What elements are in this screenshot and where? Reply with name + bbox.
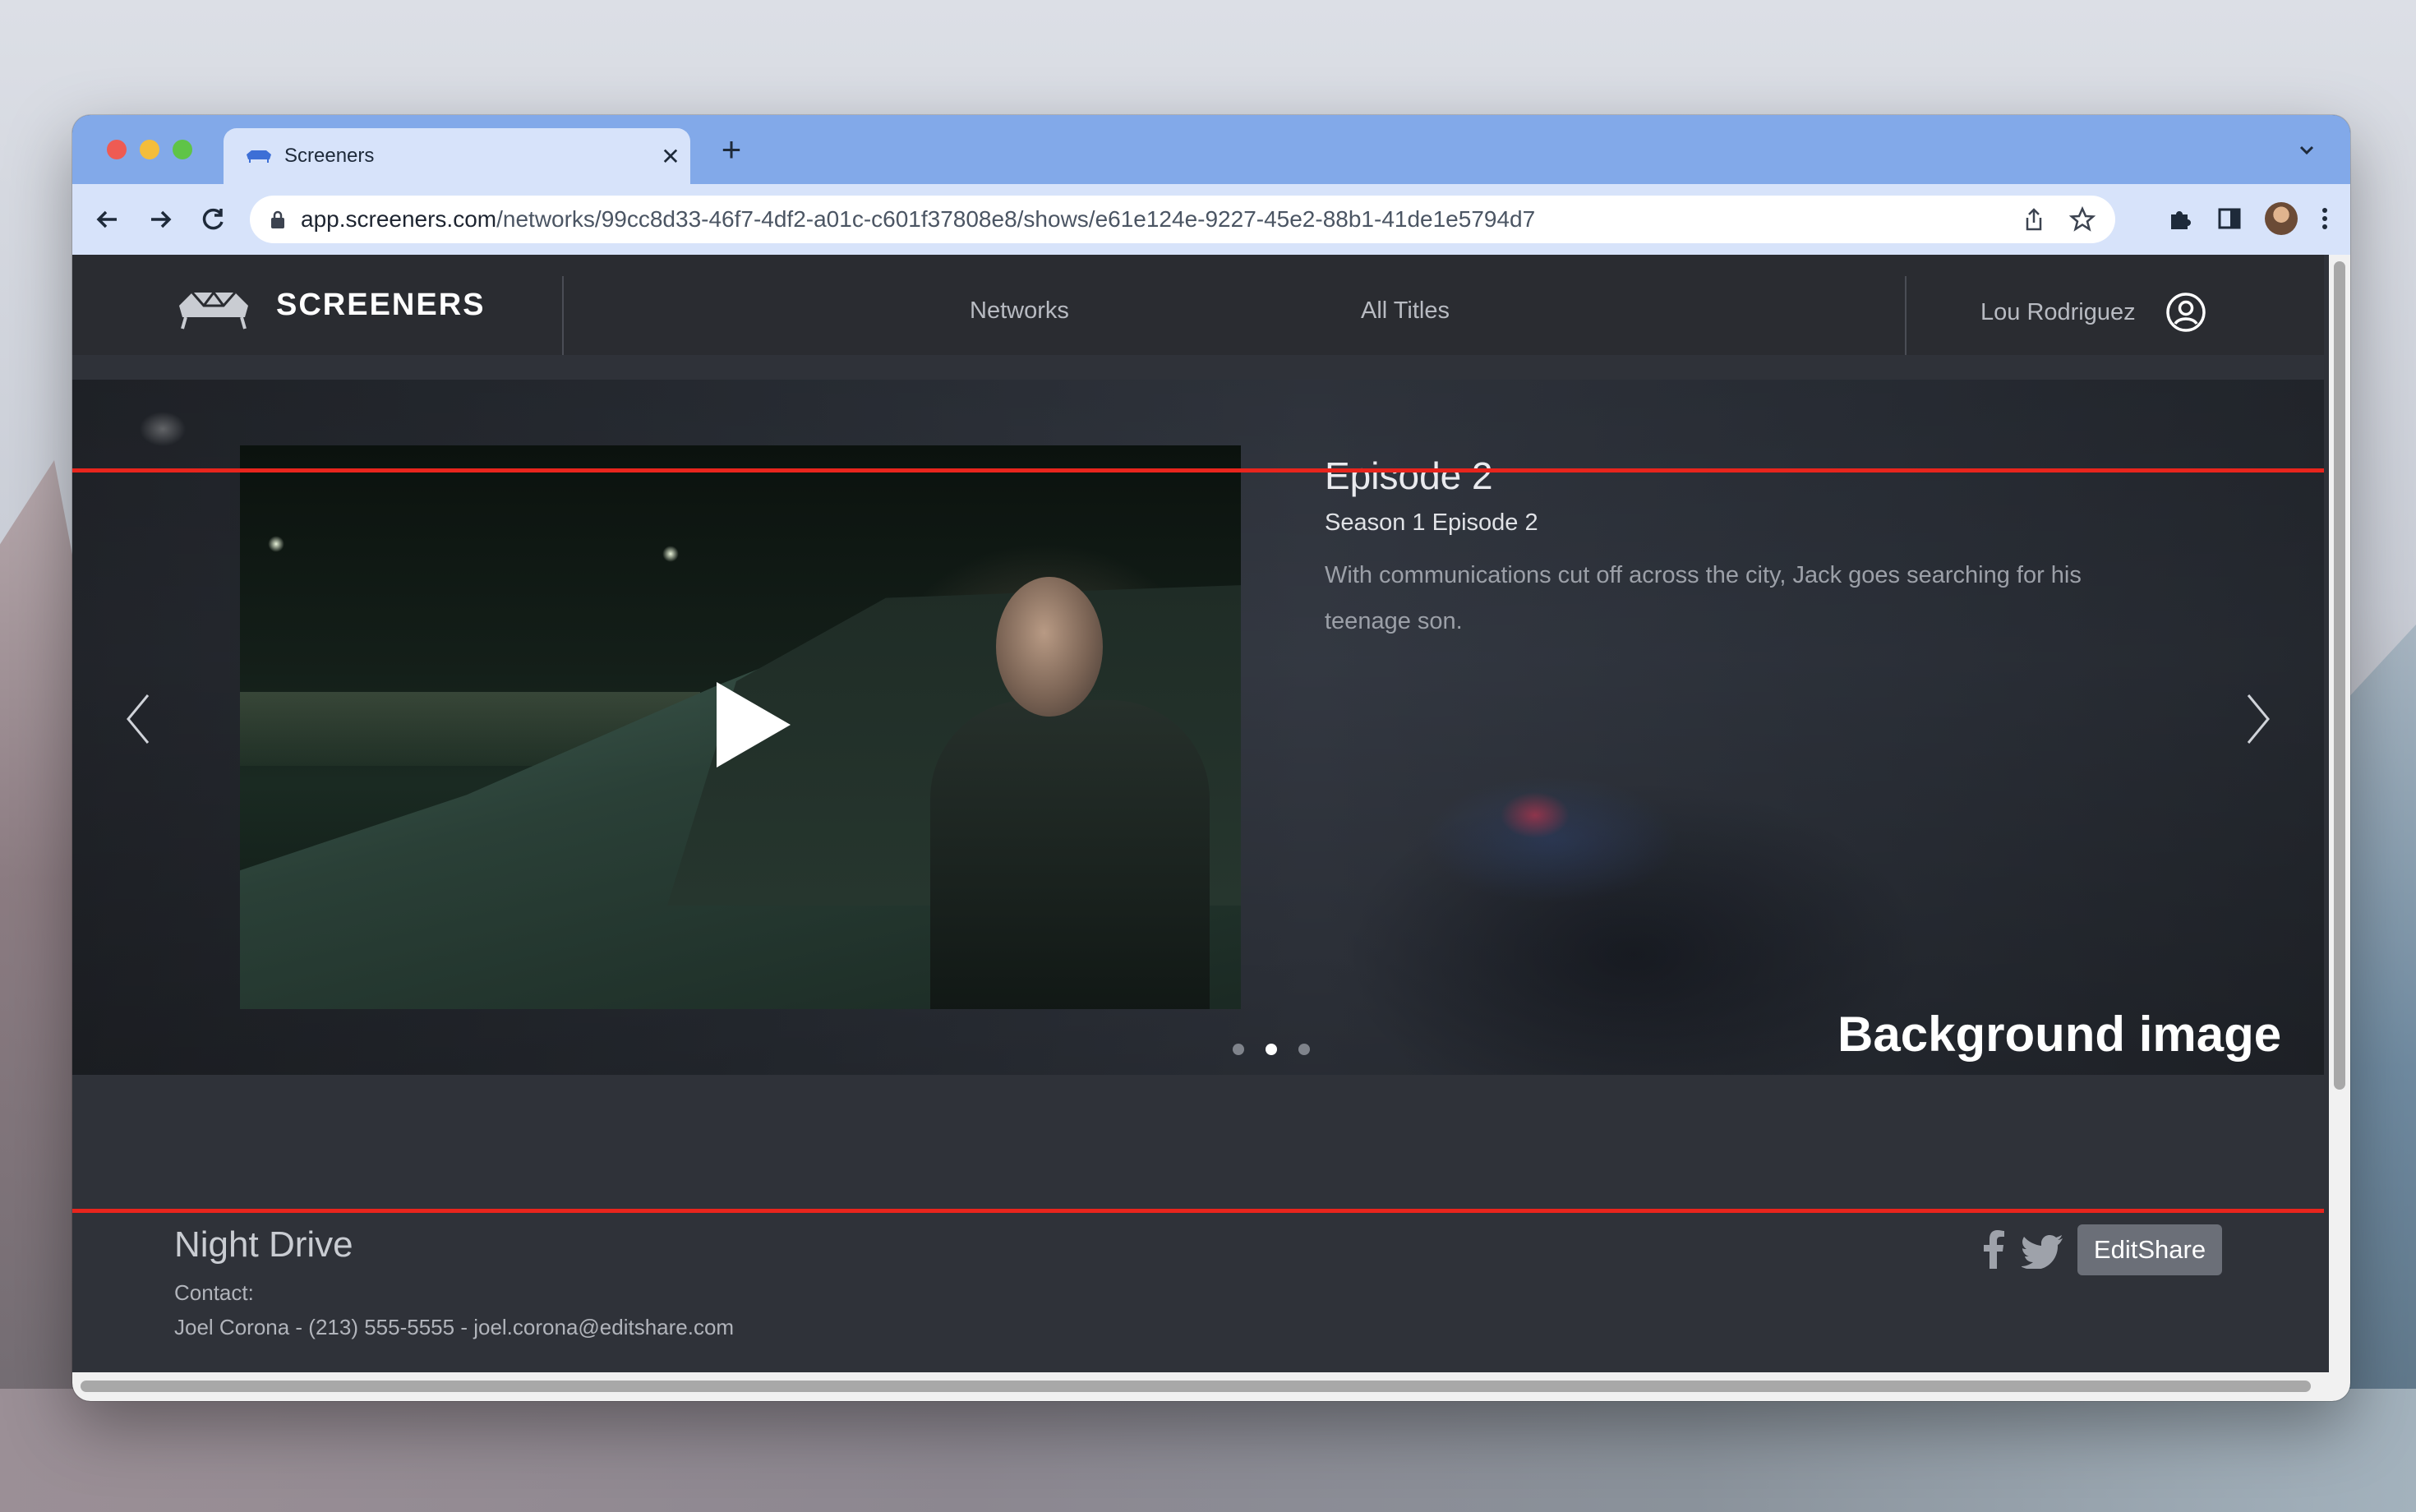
vertical-scrollbar[interactable] (2329, 255, 2350, 1372)
show-title: Night Drive (174, 1224, 353, 1265)
contact-label: Contact: (174, 1280, 254, 1305)
brand-name[interactable]: SCREENERS (276, 288, 486, 323)
episode-subtitle: Season 1 Episode 2 (1325, 509, 1538, 536)
favicon-icon (247, 150, 271, 163)
episode-description: With communications cut off across the c… (1325, 562, 2082, 634)
url-text: app.screeners.com/networks/99cc8d33-46f7… (301, 206, 1535, 233)
carousel-dot[interactable] (1233, 1044, 1244, 1055)
url-host: app.screeners.com (301, 206, 497, 232)
avatar[interactable] (2265, 202, 2298, 235)
site-header: SCREENERS Networks All Titles Lou Rodrig… (72, 255, 2324, 355)
user-circle-icon[interactable] (2165, 291, 2207, 334)
lock-icon (271, 210, 284, 228)
horizontal-scrollbar[interactable] (72, 1372, 2350, 1401)
forward-arrow-icon[interactable] (143, 202, 178, 237)
play-icon[interactable] (717, 682, 791, 768)
hero-banner: Episode 2 Season 1 Episode 2 With commun… (72, 380, 2324, 1075)
omnibox-actions (2022, 206, 2096, 233)
desktop-background (0, 1389, 2416, 1512)
carousel-dots (1233, 1044, 1310, 1055)
browser-tab[interactable]: Screeners ✕ (224, 128, 690, 184)
editshare-button[interactable]: EditShare (2077, 1224, 2222, 1275)
url-path: /networks/99cc8d33-46f7-4df2-a01c-c601f3… (496, 206, 1536, 232)
carousel-dot[interactable] (1298, 1044, 1310, 1055)
header-divider (1905, 276, 1907, 355)
video-thumbnail (996, 577, 1103, 717)
facebook-icon[interactable] (1980, 1229, 2007, 1269)
close-icon[interactable]: ✕ (651, 143, 690, 170)
scrollbar-thumb[interactable] (81, 1381, 2311, 1392)
tab-title: Screeners (284, 145, 375, 167)
reload-icon[interactable] (196, 202, 230, 237)
contact-details: Joel Corona - (213) 555-5555 - joel.coro… (174, 1315, 735, 1339)
tab-strip: Screeners ✕ + (72, 115, 2350, 184)
carousel-dot-active[interactable] (1266, 1044, 1277, 1055)
video-player[interactable] (240, 445, 1241, 1009)
toolbar-actions (2166, 202, 2331, 235)
back-arrow-icon[interactable] (90, 202, 125, 237)
scrollbar-thumb[interactable] (2334, 261, 2345, 1090)
address-bar[interactable]: app.screeners.com/networks/99cc8d33-46f7… (250, 196, 2115, 243)
annotation-label: Background image (1837, 1007, 2282, 1062)
twitter-icon[interactable] (2022, 1234, 2064, 1269)
more-vert-icon[interactable] (2319, 205, 2331, 233)
chevron-down-icon[interactable] (2294, 138, 2319, 163)
header-divider (562, 276, 564, 355)
side-panel-icon[interactable] (2215, 205, 2243, 233)
nav-networks[interactable]: Networks (970, 297, 1069, 325)
plus-icon[interactable]: + (712, 130, 751, 169)
chevron-right-icon[interactable] (2242, 690, 2275, 748)
browser-window: Screeners ✕ + app.screeners.com/networks… (72, 115, 2350, 1401)
episode-title: Episode 2 (1325, 454, 1493, 497)
maximize-window-button[interactable] (173, 140, 192, 159)
nav-all-titles[interactable]: All Titles (1361, 297, 1450, 325)
user-name[interactable]: Lou Rodriguez (1980, 299, 2136, 326)
logo-icon[interactable] (174, 284, 253, 334)
close-window-button[interactable] (107, 140, 127, 159)
share-icon[interactable] (2022, 206, 2046, 233)
extensions-icon[interactable] (2166, 205, 2194, 233)
browser-toolbar: app.screeners.com/networks/99cc8d33-46f7… (72, 184, 2350, 255)
video-thumbnail (930, 700, 1210, 1009)
web-page: SCREENERS Networks All Titles Lou Rodrig… (72, 255, 2324, 1372)
star-icon[interactable] (2069, 206, 2096, 233)
minimize-window-button[interactable] (140, 140, 159, 159)
chevron-left-icon[interactable] (122, 690, 154, 748)
